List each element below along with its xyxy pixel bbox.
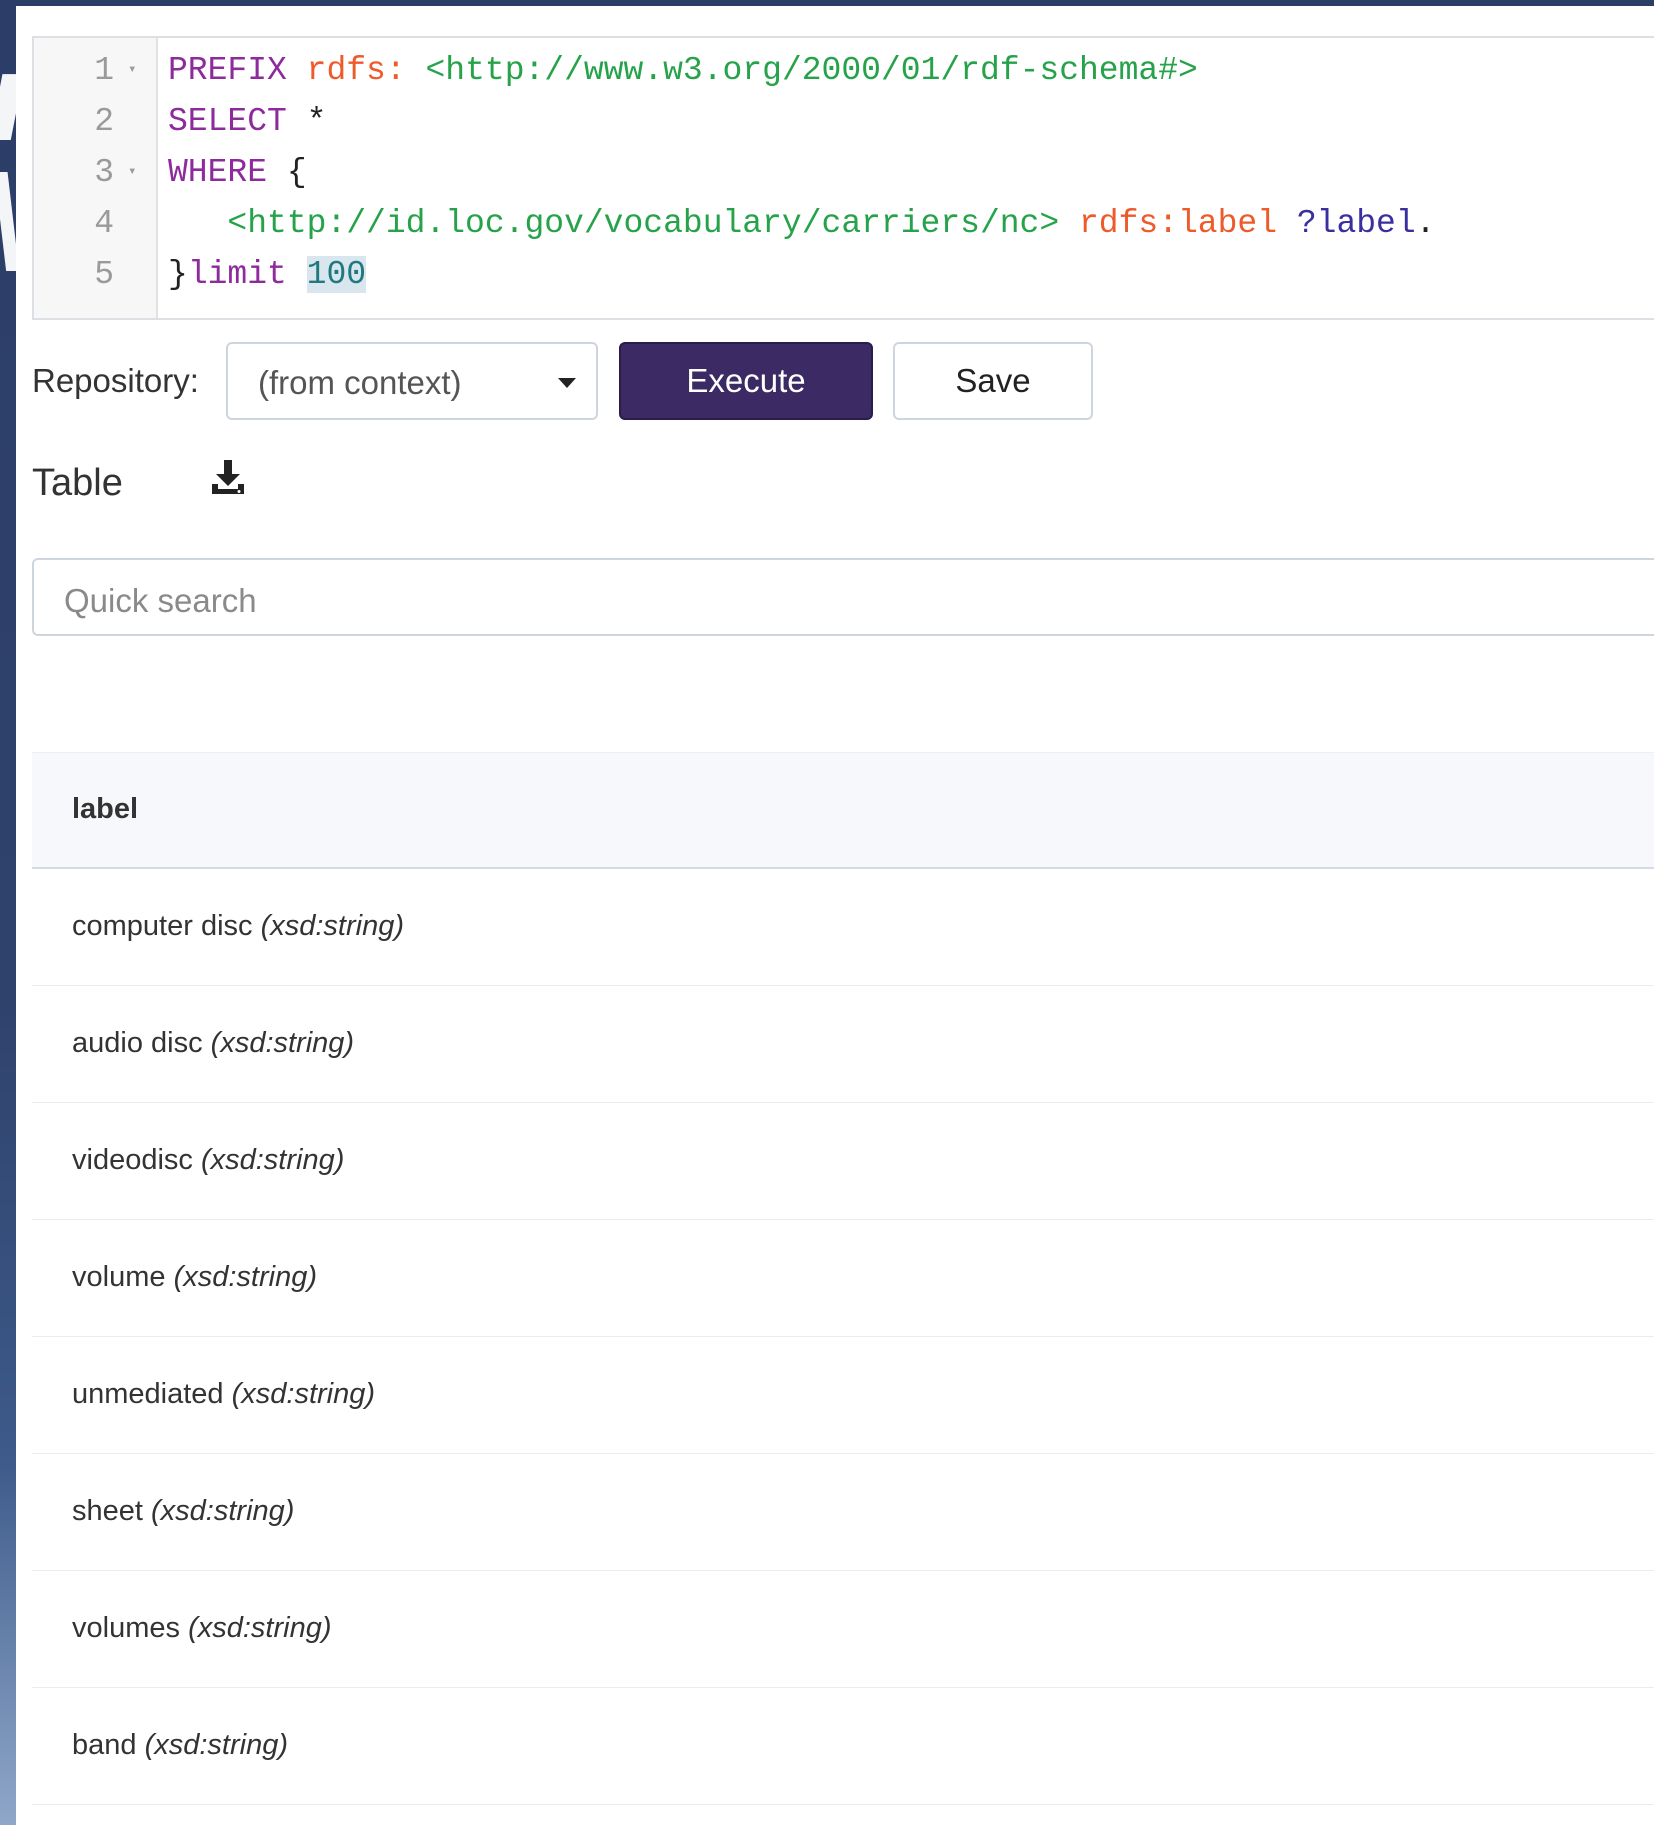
- line-number: 1: [94, 52, 114, 89]
- repository-select[interactable]: (from context): [226, 342, 598, 420]
- code-token: ?label: [1296, 205, 1416, 242]
- code-token: }: [168, 256, 188, 293]
- literal-value: computer disc: [72, 910, 253, 942]
- literal-datatype: (xsd:string): [260, 910, 404, 942]
- code-text: WHERE {: [168, 147, 307, 198]
- literal-value: volume: [72, 1261, 166, 1293]
- code-text: <http://id.loc.gov/vocabulary/carriers/n…: [168, 198, 1435, 249]
- table-row: band (xsd:string): [32, 1688, 1654, 1805]
- code-text: SELECT *: [168, 96, 326, 147]
- label-cell: volumes (xsd:string): [72, 1612, 331, 1645]
- code-token: SELECT: [168, 103, 287, 140]
- code-line[interactable]: 1 ▾ PREFIX rdfs: <http://www.w3.org/2000/0…: [34, 45, 1654, 96]
- code-token: rdfs:: [306, 52, 406, 89]
- caret-down-icon: [558, 378, 576, 388]
- results-table: label computer disc (xsd:string) audio di…: [32, 752, 1654, 1805]
- literal-datatype: (xsd:string): [231, 1378, 376, 1410]
- label-cell: unmediated (xsd:string): [72, 1378, 375, 1411]
- execute-button[interactable]: Execute: [619, 342, 873, 420]
- code-line[interactable]: 4 <http://id.loc.gov/vocabulary/carriers…: [34, 198, 1654, 249]
- literal-datatype: (xsd:string): [173, 1261, 317, 1293]
- literal-datatype: (xsd:string): [188, 1612, 332, 1644]
- label-cell: sheet (xsd:string): [72, 1495, 294, 1528]
- quick-search-input[interactable]: Quick search: [32, 558, 1654, 636]
- code-token: <http://id.loc.gov/vocabulary/carriers/n…: [227, 205, 1060, 242]
- table-row: unmediated (xsd:string): [32, 1337, 1654, 1454]
- line-number: 5: [94, 256, 114, 293]
- table-row: sheet (xsd:string): [32, 1454, 1654, 1571]
- label-cell: volume (xsd:string): [72, 1261, 317, 1294]
- label-cell: videodisc (xsd:string): [72, 1144, 344, 1177]
- literal-datatype: (xsd:string): [144, 1729, 288, 1761]
- query-editor[interactable]: 1 ▾ PREFIX rdfs: <http://www.w3.org/2000/0…: [32, 36, 1654, 320]
- line-number: 3: [94, 154, 114, 191]
- repository-label: Repository:: [32, 362, 199, 399]
- column-header-label[interactable]: label: [72, 793, 138, 826]
- literal-datatype: (xsd:string): [200, 1144, 345, 1176]
- line-number: 4: [94, 205, 114, 242]
- repository-selected-value: (from context): [258, 364, 462, 401]
- line-number: 2: [94, 103, 114, 140]
- code-token: limit: [187, 256, 287, 293]
- literal-value: volumes: [72, 1612, 180, 1644]
- code-token: rdfs:label: [1078, 205, 1278, 242]
- label-cell: audio disc (xsd:string): [72, 1027, 354, 1060]
- fold-arrow-icon[interactable]: ▾: [128, 147, 136, 198]
- download-icon[interactable]: [210, 458, 246, 498]
- code-token: {: [267, 154, 307, 191]
- literal-value: audio disc: [72, 1027, 203, 1059]
- table-row: computer disc (xsd:string): [32, 869, 1654, 986]
- table-row: volume (xsd:string): [32, 1220, 1654, 1337]
- save-button[interactable]: Save: [893, 342, 1093, 420]
- literal-value: videodisc: [72, 1144, 193, 1176]
- label-cell: computer disc (xsd:string): [72, 910, 404, 943]
- table-row: volumes (xsd:string): [32, 1571, 1654, 1688]
- table-header: label: [32, 752, 1654, 869]
- code-line[interactable]: 3 ▾ WHERE {: [34, 147, 1654, 198]
- code-token: <http://www.w3.org/2000/01/rdf-schema#>: [425, 52, 1198, 89]
- literal-datatype: (xsd:string): [210, 1027, 355, 1059]
- code-text: }limit 100: [168, 249, 367, 300]
- literal-datatype: (xsd:string): [151, 1495, 295, 1527]
- label-cell: band (xsd:string): [72, 1729, 288, 1762]
- code-token: 100: [306, 256, 367, 293]
- table-row: audio disc (xsd:string): [32, 986, 1654, 1103]
- table-body: computer disc (xsd:string) audio disc (xs…: [32, 869, 1654, 1805]
- literal-value: sheet: [72, 1495, 143, 1527]
- code-token: WHERE: [168, 154, 268, 191]
- literal-value: band: [72, 1729, 137, 1761]
- fold-arrow-icon[interactable]: ▾: [128, 45, 136, 96]
- code-token: PREFIX: [168, 52, 287, 89]
- sparql-query-panel: 1 ▾ PREFIX rdfs: <http://www.w3.org/2000/0…: [16, 6, 1654, 1825]
- quick-search-placeholder: Quick search: [64, 582, 257, 619]
- code-line[interactable]: 2 SELECT *: [34, 96, 1654, 147]
- code-token: .: [1415, 205, 1436, 242]
- code-line[interactable]: 5}limit 100: [34, 249, 1654, 300]
- code-token: *: [286, 103, 327, 140]
- results-view-label: Table: [32, 462, 123, 504]
- table-row: videodisc (xsd:string): [32, 1103, 1654, 1220]
- literal-value: unmediated: [72, 1378, 224, 1410]
- code-text: PREFIX rdfs: <http://www.w3.org/2000/01/…: [168, 45, 1198, 96]
